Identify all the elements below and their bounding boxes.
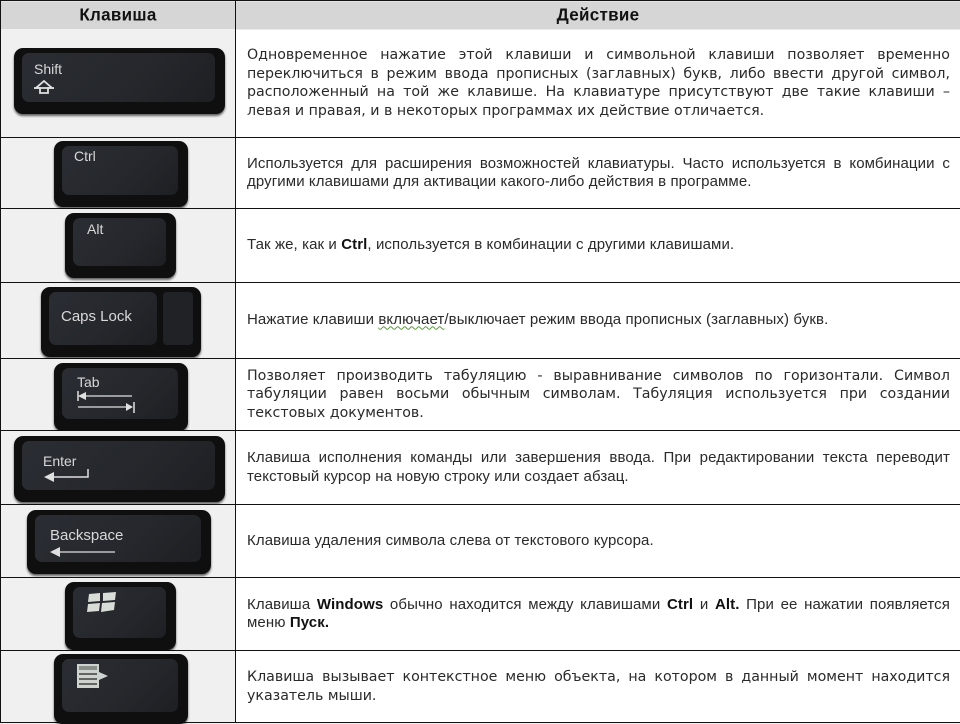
- windows-logo-icon: [87, 592, 117, 614]
- key-cell: Caps Lock: [1, 283, 236, 359]
- windows-key: [65, 582, 176, 650]
- keyboard-keys-table: Клавиша Действие Shift Одновременное наж…: [0, 0, 960, 723]
- enter-key: Enter: [14, 436, 225, 502]
- tab-arrows-icon: [76, 391, 136, 413]
- key-cell: Ctrl: [1, 138, 236, 209]
- description-cell: Клавиша исполнения команды или завершени…: [236, 431, 960, 505]
- table-row: Enter Клавиша исполнения команды или зав…: [1, 431, 960, 505]
- key-cell: Enter: [1, 431, 236, 505]
- shift-arrow-icon: [34, 80, 54, 94]
- table-header-row: Клавиша Действие: [1, 1, 960, 29]
- description-cell: Одновременное нажатие этой клавиши и сим…: [236, 29, 960, 138]
- backspace-arrow-icon: [49, 546, 115, 558]
- table-row: Alt Так же, как и Ctrl, используется в к…: [1, 209, 960, 283]
- description-cell: Позволяет производить табуляцию - выравн…: [236, 359, 960, 431]
- key-label: Enter: [43, 453, 76, 469]
- description-cell: Клавиша удаления символа слева от тексто…: [236, 505, 960, 578]
- key-label: Alt: [87, 221, 103, 237]
- description-cell: Используется для расширения возможностей…: [236, 138, 960, 209]
- description-cell: Клавиша вызывает контекстное меню объект…: [236, 651, 960, 723]
- shift-key: Shift: [14, 48, 225, 114]
- table-row: Tab Позволяет производить табуляцию - вы…: [1, 359, 960, 431]
- context-menu-icon: [76, 663, 110, 689]
- key-label: Ctrl: [74, 148, 96, 164]
- bold-key-ref: Ctrl: [341, 236, 367, 253]
- table-row: Клавиша Windows обычно находится между к…: [1, 578, 960, 651]
- key-cell: Shift: [1, 29, 236, 138]
- caps-lock-key: Caps Lock: [41, 287, 201, 357]
- table-row: Caps Lock Нажатие клавиши включает/выклю…: [1, 283, 960, 359]
- table-row: Shift Одновременное нажатие этой клавиши…: [1, 29, 960, 138]
- table-row: Backspace Клавиша удаления символа слева…: [1, 505, 960, 578]
- description-cell: Нажатие клавиши включает/выключает режим…: [236, 283, 960, 359]
- header-action: Действие: [236, 0, 960, 29]
- header-key: Клавиша: [1, 0, 236, 29]
- context-menu-key: [54, 654, 188, 724]
- key-cell: Tab: [1, 359, 236, 431]
- description-cell: Так же, как и Ctrl, используется в комби…: [236, 209, 960, 283]
- table-row: Ctrl Используется для расширения возможн…: [1, 138, 960, 209]
- key-label: Backspace: [50, 527, 123, 544]
- tab-key: Tab: [54, 363, 188, 431]
- key-cell: [1, 651, 236, 723]
- description-cell: Клавиша Windows обычно находится между к…: [236, 578, 960, 651]
- key-cell: Alt: [1, 209, 236, 283]
- key-cell: Backspace: [1, 505, 236, 578]
- alt-key: Alt: [65, 213, 176, 278]
- backspace-key: Backspace: [27, 510, 211, 574]
- table-row: Клавиша вызывает контекстное меню объект…: [1, 651, 960, 723]
- ctrl-key: Ctrl: [54, 141, 188, 207]
- key-cell: [1, 578, 236, 651]
- enter-arrow-icon: [42, 469, 90, 483]
- key-label: Tab: [77, 374, 100, 390]
- key-label: Caps Lock: [61, 308, 132, 325]
- key-label: Shift: [34, 61, 62, 77]
